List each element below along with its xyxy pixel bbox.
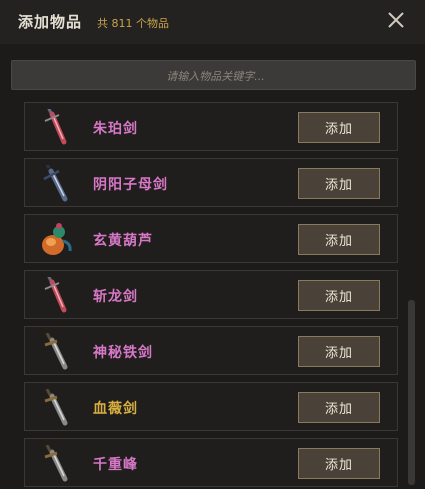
close-icon[interactable] xyxy=(385,9,407,31)
dialog-header: 添加物品 共 811 个物品 xyxy=(0,0,425,44)
item-name: 血薇剑 xyxy=(93,401,138,417)
iron-sword-icon xyxy=(44,333,68,370)
item-list: 朱珀剑 添加 阴阳子母剑 添加 玄黄葫芦 添加 斩龙剑 添加 神秘铁剑 添加 血… xyxy=(24,102,399,489)
blue-sword-icon xyxy=(43,165,68,202)
iron-sword-icon xyxy=(44,389,68,426)
search-box xyxy=(11,60,419,91)
list-item: 神秘铁剑 添加 xyxy=(24,326,398,375)
add-button[interactable]: 添加 xyxy=(298,392,380,423)
red-sword-icon xyxy=(44,277,67,313)
red-sword-icon xyxy=(44,109,67,145)
item-name: 千重峰 xyxy=(93,457,138,473)
gourd-icon xyxy=(42,223,72,255)
list-item: 玄黄葫芦 添加 xyxy=(24,214,398,263)
add-button[interactable]: 添加 xyxy=(298,336,380,367)
list-item: 斩龙剑 添加 xyxy=(24,270,398,319)
item-name: 阴阳子母剑 xyxy=(93,177,168,193)
dialog-title: 添加物品 xyxy=(18,13,83,31)
item-name: 朱珀剑 xyxy=(93,121,138,137)
item-name: 玄黄葫芦 xyxy=(93,233,153,249)
list-item: 千重峰 添加 xyxy=(24,438,398,487)
add-button[interactable]: 添加 xyxy=(298,168,380,199)
search-input[interactable] xyxy=(12,61,419,91)
list-item: 血薇剑 添加 xyxy=(24,382,398,431)
add-button[interactable]: 添加 xyxy=(298,224,380,255)
add-button[interactable]: 添加 xyxy=(298,112,380,143)
item-count: 共 811 个物品 xyxy=(97,17,169,30)
scrollbar[interactable] xyxy=(408,300,415,485)
add-button[interactable]: 添加 xyxy=(298,280,380,311)
list-item: 朱珀剑 添加 xyxy=(24,102,398,151)
list-item: 阴阳子母剑 添加 xyxy=(24,158,398,207)
add-button[interactable]: 添加 xyxy=(298,448,380,479)
item-name: 神秘铁剑 xyxy=(93,345,153,361)
iron-sword-icon xyxy=(44,445,68,482)
item-name: 斩龙剑 xyxy=(93,289,138,305)
